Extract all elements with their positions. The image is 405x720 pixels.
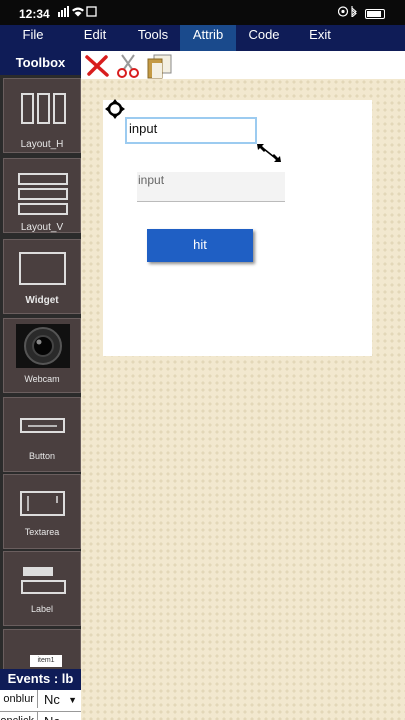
tool-label: Layout_V xyxy=(20,222,64,233)
tool-button[interactable]: Button xyxy=(3,397,81,472)
textarea-icon xyxy=(20,491,65,516)
resize-handle-icon[interactable] xyxy=(255,142,283,164)
tool-label: Label xyxy=(30,604,54,614)
button-icon xyxy=(20,418,65,433)
tool-textarea[interactable]: Textarea xyxy=(3,474,81,549)
input-widget-selected[interactable]: input xyxy=(125,117,257,144)
tool-widget[interactable]: Widget xyxy=(3,239,81,314)
event-name: onblur xyxy=(0,690,38,708)
tool-layout-v[interactable]: Layout_V xyxy=(3,158,81,233)
event-select[interactable]: Nc xyxy=(44,690,60,710)
event-name: onclick xyxy=(0,712,38,720)
tool-layout-h[interactable]: Layout_H xyxy=(3,78,81,153)
cut-icon[interactable] xyxy=(114,53,142,79)
toolbox-sidebar: Layout_H Layout_V Widget Webcam Button T… xyxy=(0,75,81,720)
menu-tools[interactable]: Tools xyxy=(130,25,176,51)
tool-label: Webcam xyxy=(24,374,60,384)
tool-label: Widget xyxy=(25,295,59,306)
event-row[interactable]: onclick Nc xyxy=(0,712,81,720)
layout-horizontal-icon xyxy=(21,93,66,124)
tool-label: Layout_H xyxy=(20,139,64,150)
move-handle-icon[interactable] xyxy=(104,99,126,119)
hit-button[interactable]: hit xyxy=(147,229,253,262)
delete-icon[interactable] xyxy=(83,53,111,79)
copy-icon[interactable] xyxy=(145,53,173,79)
layout-vertical-icon xyxy=(18,173,68,215)
battery-icon xyxy=(365,9,385,20)
webcam-icon xyxy=(16,324,70,368)
widget-icon xyxy=(19,252,66,285)
status-bar: 12:34 xyxy=(0,0,405,25)
tool-webcam[interactable]: Webcam xyxy=(3,318,81,393)
menu-exit[interactable]: Exit xyxy=(297,25,343,51)
toolbox-title: Toolbox xyxy=(0,51,81,75)
signal-wifi-icons xyxy=(58,6,98,20)
tool-label: Button xyxy=(28,451,56,461)
status-right-icons xyxy=(337,6,385,20)
events-title: Events : lb xyxy=(0,669,81,690)
alarm-bluetooth-icon xyxy=(337,6,357,19)
menu-code[interactable]: Code xyxy=(241,25,287,51)
label-icon xyxy=(21,567,66,594)
chevron-down-icon[interactable]: ▼ xyxy=(68,690,77,710)
status-time: 12:34 xyxy=(19,7,50,21)
menu-edit[interactable]: Edit xyxy=(72,25,118,51)
event-select[interactable]: Nc xyxy=(44,712,60,720)
tool-label-widget[interactable]: Label xyxy=(3,551,81,626)
event-row[interactable]: onblur Nc ▼ xyxy=(0,690,81,712)
menu-file[interactable]: File xyxy=(10,25,56,51)
signal-icon xyxy=(58,6,97,17)
input-widget-placeholder[interactable]: input xyxy=(137,172,285,202)
menu-attrib[interactable]: Attrib xyxy=(180,25,236,51)
menu-bar: File Edit Tools Attrib Code Exit xyxy=(0,25,405,51)
quick-toolbar xyxy=(81,51,405,79)
list-icon: item1 xyxy=(30,655,62,667)
tool-label: Textarea xyxy=(24,527,60,537)
